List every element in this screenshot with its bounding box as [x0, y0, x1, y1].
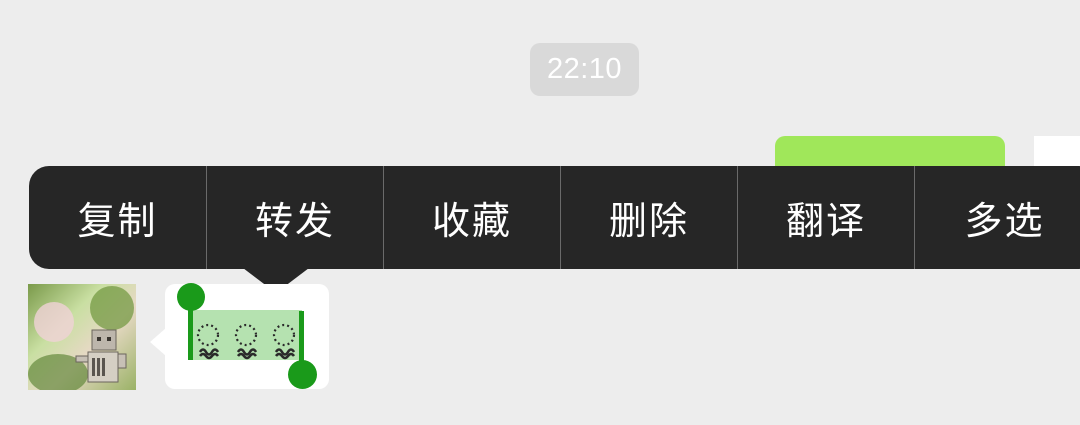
- avatar-background-blob: [90, 286, 134, 330]
- menu-item-delete[interactable]: 删除: [560, 166, 737, 269]
- menu-item-favorite[interactable]: 收藏: [383, 166, 560, 269]
- selection-start-handle[interactable]: [177, 283, 205, 311]
- selection-end-handle[interactable]: [288, 360, 317, 389]
- menu-item-copy[interactable]: 复制: [29, 166, 206, 269]
- incoming-bubble-tail: [150, 328, 166, 356]
- cardboard-robot-icon: [75, 329, 127, 383]
- flower-face-emoji-icon: [272, 323, 296, 360]
- avatar-background-blob: [34, 302, 74, 342]
- message-context-menu: 复制 转发 收藏 删除 翻译 多选: [29, 166, 1080, 293]
- menu-item-forward[interactable]: 转发: [206, 166, 383, 269]
- menu-item-multi-select[interactable]: 多选: [914, 166, 1080, 269]
- flower-face-emoji-icon: [196, 323, 220, 360]
- contact-avatar[interactable]: [28, 284, 136, 390]
- flower-face-emoji-icon: [234, 323, 258, 360]
- menu-item-translate[interactable]: 翻译: [737, 166, 914, 269]
- message-timestamp: 22:10: [530, 43, 639, 96]
